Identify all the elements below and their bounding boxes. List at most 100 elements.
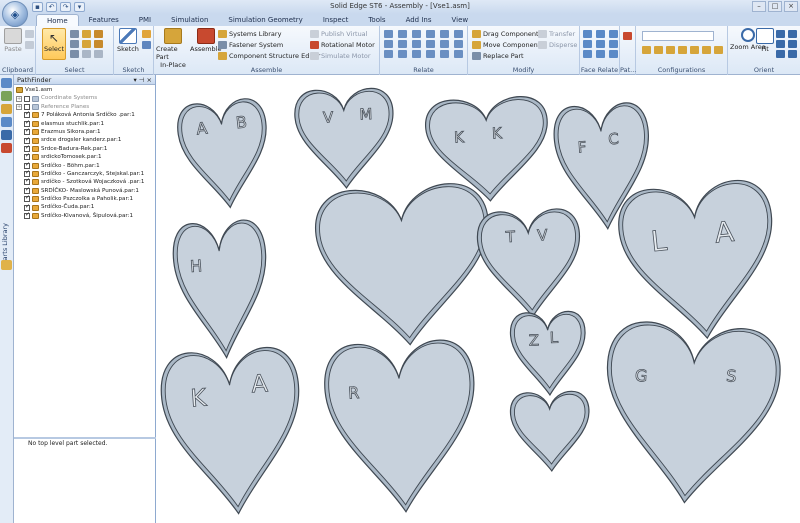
- sensors-tab-icon[interactable]: [1, 117, 12, 127]
- simulate-motor-button[interactable]: Simulate Motor: [310, 52, 371, 60]
- visibility-checkbox[interactable]: [24, 95, 30, 102]
- tree-part[interactable]: elasmus stuchlik.par:1: [16, 119, 153, 128]
- tree-part[interactable]: Srdíčko-Čuda.par:1: [16, 203, 153, 211]
- tab-inspect[interactable]: Inspect: [313, 14, 359, 26]
- maximize-icon[interactable]: □: [768, 1, 782, 12]
- visibility-checkbox[interactable]: [24, 169, 30, 178]
- views-tab-icon[interactable]: [1, 130, 12, 140]
- parts-library-tab[interactable]: Parts Library: [1, 223, 9, 264]
- tab-add-ins[interactable]: Add Ins: [396, 14, 442, 26]
- fastener-system-button[interactable]: Fastener System: [218, 41, 283, 49]
- tree-part[interactable]: srdickoTomosek.par:1: [16, 152, 153, 161]
- visibility-checkbox[interactable]: [24, 186, 30, 194]
- configuration-dropdown[interactable]: [642, 31, 714, 41]
- heart-part[interactable]: VM: [294, 87, 396, 190]
- tools-tab-icon[interactable]: [1, 260, 12, 270]
- tab-simulation-geometry[interactable]: Simulation Geometry: [218, 14, 312, 26]
- sketch-tool-icon-2[interactable]: [142, 41, 151, 49]
- heart-part[interactable]: TV: [476, 208, 583, 320]
- pattern-icon[interactable]: [623, 32, 632, 40]
- tab-simulation[interactable]: Simulation: [161, 14, 218, 26]
- heart-part[interactable]: [509, 390, 591, 473]
- features-tab-icon[interactable]: [1, 104, 12, 114]
- tab-home[interactable]: Home: [36, 14, 79, 26]
- expand-icon[interactable]: +: [16, 103, 22, 110]
- tree-folder[interactable]: + Reference Planes: [16, 103, 153, 111]
- heart-part[interactable]: H: [171, 219, 273, 361]
- cut-icon[interactable]: [25, 30, 34, 38]
- tree-part[interactable]: srdce drogsler kanderz.par:1: [16, 136, 153, 144]
- pathfinder-controls[interactable]: ▾ ⊣ ×: [133, 75, 152, 85]
- tree-part[interactable]: Srdíčko Pszczolka a Paholik.par:1: [16, 194, 153, 203]
- minimize-icon[interactable]: –: [752, 1, 766, 12]
- component-structure-editor-button[interactable]: Component Structure Editor: [218, 52, 320, 60]
- tree-part[interactable]: Srdíčko - Ganczarczyk, Stejskal.par:1: [16, 169, 153, 178]
- copy-icon[interactable]: [25, 41, 34, 49]
- visibility-checkbox[interactable]: [24, 152, 30, 161]
- expand-icon[interactable]: +: [16, 95, 22, 102]
- visibility-checkbox[interactable]: [24, 110, 30, 119]
- close-icon[interactable]: ×: [784, 1, 798, 12]
- heart-part[interactable]: KA: [159, 345, 307, 518]
- pathfinder-tab-icon[interactable]: [1, 78, 12, 88]
- sketch-tool-icon[interactable]: [142, 30, 151, 38]
- configuration-tools[interactable]: [642, 46, 724, 54]
- paste-button[interactable]: Paste: [4, 28, 22, 53]
- publish-virtual-button[interactable]: Publish Virtual: [310, 30, 367, 38]
- tab-pmi[interactable]: PMI: [129, 14, 161, 26]
- fit-icon: [756, 28, 774, 44]
- tree-part[interactable]: SRDÍČKO- Maslowská Punová.par:1: [16, 186, 153, 195]
- visibility-checkbox[interactable]: [24, 177, 30, 186]
- tree-part[interactable]: Erazmus Sikora.par:1: [16, 127, 153, 136]
- tree-part[interactable]: Srdce-Badura-Rek.par:1: [16, 144, 153, 153]
- layers-tab-icon[interactable]: [1, 91, 12, 101]
- select-button[interactable]: ↖ Select: [42, 28, 66, 60]
- tab-view[interactable]: View: [442, 14, 479, 26]
- assemble-button[interactable]: Assemble: [190, 28, 221, 53]
- library-tab-icon[interactable]: [1, 143, 12, 153]
- graphics-window[interactable]: ABVMKKFCHTVLAZLKARGS: [157, 75, 800, 523]
- face-relate-tools[interactable]: [583, 30, 620, 58]
- heart-part[interactable]: R: [323, 338, 481, 515]
- systems-library-button[interactable]: Systems Library: [218, 30, 281, 38]
- disperse-button[interactable]: Disperse: [538, 41, 577, 49]
- heart-part[interactable]: LA: [615, 177, 783, 346]
- visibility-checkbox[interactable]: [24, 194, 30, 203]
- view-tools[interactable]: [776, 30, 798, 58]
- visibility-checkbox[interactable]: [24, 161, 30, 169]
- tree-root[interactable]: Vse1.asm: [16, 86, 153, 94]
- replace-part-button[interactable]: Replace Part: [472, 52, 524, 60]
- assembly-view[interactable]: A B V MK KF CHT V L AZ LK A RG S: [157, 75, 800, 523]
- sketch-button[interactable]: Sketch: [117, 28, 139, 53]
- pathfinder-splitter[interactable]: [14, 437, 156, 439]
- tab-features[interactable]: Features: [79, 14, 129, 26]
- fit-button[interactable]: Fit: [756, 28, 774, 53]
- create-part-in-place-button[interactable]: Create Part In-Place: [156, 28, 190, 69]
- heart-part[interactable]: [313, 181, 496, 350]
- visibility-checkbox[interactable]: [24, 127, 30, 136]
- visibility-checkbox[interactable]: [24, 103, 30, 110]
- tree-part[interactable]: Srdíčko-Klvanová, Šipulová.par:1: [16, 211, 153, 220]
- select-tools[interactable]: [70, 30, 104, 58]
- tree-item-label: Srdce-Badura-Rek.par:1: [41, 145, 108, 152]
- heart-part[interactable]: AB: [175, 97, 274, 212]
- part-icon: [32, 196, 39, 203]
- tree-folder[interactable]: + Coordinate Systems: [16, 94, 153, 102]
- drag-component-button[interactable]: Drag Component: [472, 30, 539, 38]
- visibility-checkbox[interactable]: [24, 203, 30, 211]
- transfer-button[interactable]: Transfer: [538, 30, 575, 38]
- visibility-checkbox[interactable]: [24, 211, 30, 219]
- tree-part[interactable]: srdíčko - Szotková Wojaczková .par:1: [16, 177, 153, 186]
- visibility-checkbox[interactable]: [24, 144, 30, 152]
- heart-part[interactable]: ZL: [509, 310, 587, 397]
- tab-tools[interactable]: Tools: [358, 14, 395, 26]
- application-button[interactable]: ◈: [2, 1, 28, 27]
- visibility-checkbox[interactable]: [24, 136, 30, 144]
- tree-part[interactable]: Srdíčko - Böhm.par:1: [16, 161, 153, 170]
- relate-tools[interactable]: [384, 30, 466, 58]
- visibility-checkbox[interactable]: [24, 119, 30, 127]
- heart-part[interactable]: GS: [598, 319, 783, 508]
- move-components-button[interactable]: Move Components: [472, 41, 544, 49]
- tree-part[interactable]: 7 Poláková Antonia Srdíčko .par:1: [16, 110, 153, 119]
- rotational-motor-button[interactable]: Rotational Motor: [310, 41, 375, 49]
